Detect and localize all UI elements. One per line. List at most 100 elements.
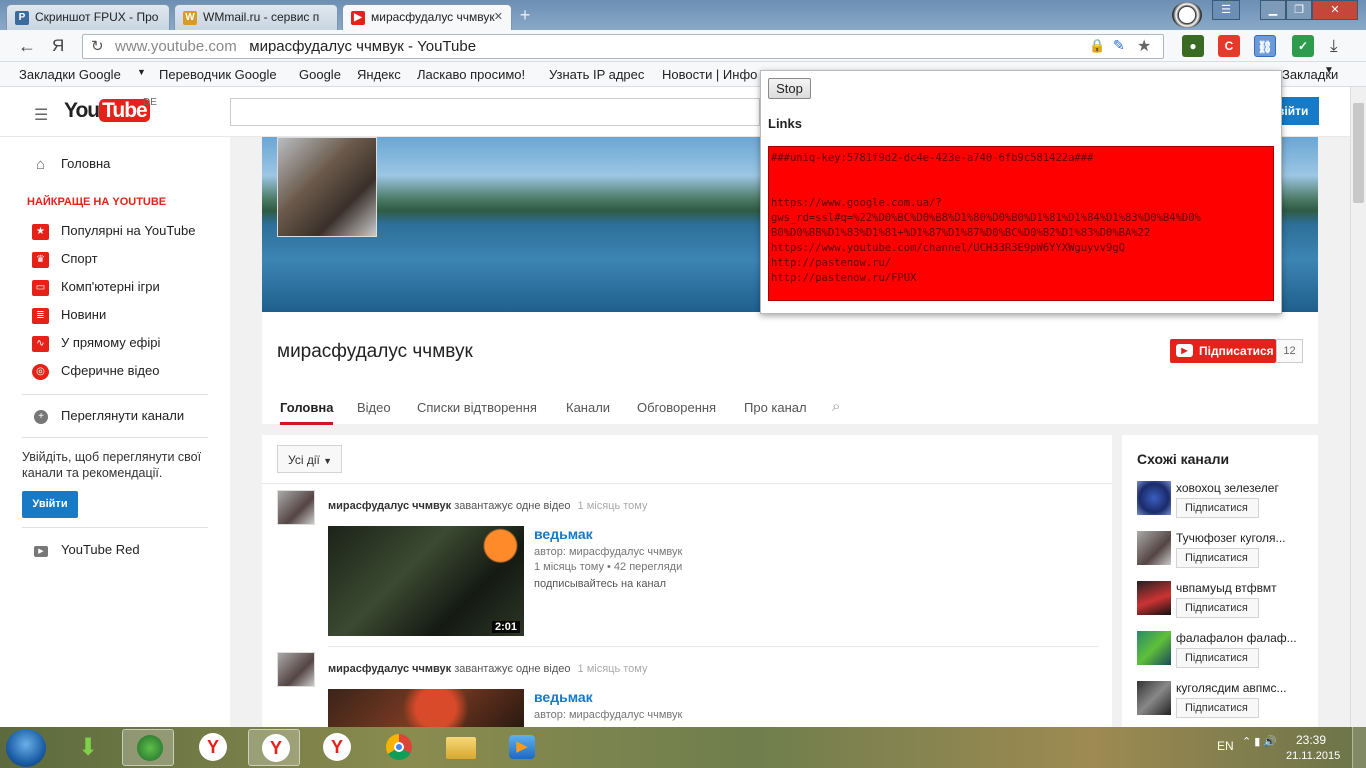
link-extension-icon[interactable]: ⛓	[1254, 35, 1276, 57]
scrollbar-thumb[interactable]	[1353, 103, 1364, 203]
related-avatar[interactable]	[1137, 581, 1171, 615]
taskbar-chrome[interactable]	[372, 729, 424, 766]
related-channel-name[interactable]: ховохоц зелезелег	[1176, 481, 1279, 495]
feed-author[interactable]: мирасфудалус ччмвук	[328, 500, 451, 512]
taskbar-media-player[interactable]: ▶	[496, 729, 548, 766]
feed-author[interactable]: мирасфудалус ччмвук	[328, 663, 451, 675]
related-subscribe-button[interactable]: Підписатися	[1176, 648, 1259, 668]
subscribe-button[interactable]: ▶ Підписатися	[1170, 339, 1276, 363]
sidebar-item-browse-channels[interactable]: + Переглянути канали	[32, 408, 184, 428]
related-avatar[interactable]	[1137, 531, 1171, 565]
related-subscribe-button[interactable]: Підписатися	[1176, 548, 1259, 568]
tab-playlists[interactable]: Списки відтворення	[417, 400, 537, 415]
sidebar-item-label: Популярні на YouTube	[61, 223, 196, 238]
reload-icon[interactable]: ↻	[91, 37, 104, 55]
start-button[interactable]	[6, 729, 46, 767]
video-title[interactable]: ведьмак	[534, 526, 593, 542]
video-thumbnail[interactable]: 2:01	[328, 526, 524, 636]
close-window-button[interactable]: ✕	[1312, 0, 1358, 20]
related-subscribe-button[interactable]: Підписатися	[1176, 498, 1259, 518]
shield-icon[interactable]: ✓	[1292, 35, 1314, 57]
related-subscribe-button[interactable]: Підписатися	[1176, 598, 1259, 618]
youtube-logo[interactable]: You Tube	[64, 99, 150, 127]
sidebar-divider	[22, 527, 208, 528]
tab-videos[interactable]: Відео	[357, 400, 391, 415]
video-thumbnail[interactable]	[328, 689, 524, 727]
taskbar-yandex-browser-2[interactable]: Y	[310, 729, 362, 766]
chevron-down-icon[interactable]: ▼	[137, 67, 146, 77]
bookmark-translator[interactable]: Переводчик Google	[159, 67, 277, 82]
signin-button[interactable]: Увійти	[1282, 97, 1319, 125]
bookmark-google[interactable]: Google	[299, 67, 341, 82]
chevron-down-icon[interactable]: ▼	[1324, 65, 1334, 76]
sidebar-item-home[interactable]: ⌂ Головна	[32, 156, 110, 176]
tray-icons[interactable]: ⌃ ▮ 🔊	[1242, 735, 1277, 748]
download-icon[interactable]: ⤓	[1330, 36, 1338, 56]
related-channel-name[interactable]: фалафалон фалаф...	[1176, 631, 1297, 645]
tab-about[interactable]: Про канал	[744, 400, 807, 415]
search-input[interactable]	[230, 98, 760, 126]
close-tab-icon[interactable]: ✕	[494, 10, 503, 23]
channel-avatar[interactable]	[277, 137, 377, 237]
show-desktop-button[interactable]	[1352, 727, 1366, 768]
search-icon[interactable]: ⌕	[832, 398, 840, 415]
address-bar[interactable]: ↻ www.youtube.com мирасфудалус ччмвук - …	[82, 34, 1164, 59]
taskbar-globe-icon[interactable]	[122, 729, 174, 766]
bookmark-welcome[interactable]: Ласкаво просимо!	[417, 67, 525, 82]
related-avatar[interactable]	[1137, 481, 1171, 515]
tab-home[interactable]: Головна	[280, 400, 334, 425]
bookmark-ip[interactable]: Узнать IP адрес	[549, 67, 644, 82]
youtube-red-icon: ▶	[34, 546, 48, 557]
tab-youtube[interactable]: ▶ мирасфудалус ччмвук ✕	[342, 4, 512, 30]
language-indicator[interactable]: EN	[1217, 739, 1234, 753]
youtube-play-icon: ▶	[1176, 344, 1193, 357]
related-subscribe-button[interactable]: Підписатися	[1176, 698, 1259, 718]
taskbar-explorer[interactable]	[434, 729, 486, 766]
clock-date[interactable]: 21.11.2015	[1286, 750, 1340, 762]
tab-channels[interactable]: Канали	[566, 400, 610, 415]
sidebar-signin-button[interactable]: Увійти	[22, 491, 78, 518]
taskbar-yandex-browser[interactable]: Y	[186, 729, 238, 766]
activity-filter-dropdown[interactable]: Усі дії ▼	[277, 445, 342, 473]
soccer-ball-icon[interactable]	[1172, 2, 1202, 28]
sidebar-item-360[interactable]: ◎ Сферичне відео	[32, 363, 159, 383]
taskbar-download-icon[interactable]: ⬇	[62, 729, 114, 766]
extension-green-icon[interactable]: ●	[1182, 35, 1204, 57]
bookmark-google-bookmarks[interactable]: Закладки Google	[19, 67, 121, 82]
bookmark-yandex[interactable]: Яндекс	[357, 67, 401, 82]
star-icon[interactable]: ★	[1137, 36, 1151, 56]
maximize-button[interactable]: ❐	[1286, 0, 1312, 20]
globe-icon	[137, 735, 163, 761]
hamburger-icon[interactable]: ☰	[34, 105, 48, 125]
scrollbar[interactable]	[1350, 87, 1366, 727]
new-tab-button[interactable]: +	[514, 6, 536, 26]
sidebar-item-news[interactable]: ≣ Новини	[32, 307, 106, 327]
sidebar-item-live[interactable]: ∿ У прямому ефірі	[32, 335, 160, 355]
brush-icon[interactable]: ✎	[1113, 37, 1125, 54]
related-channel-name[interactable]: куголясдим авпмс...	[1176, 681, 1287, 695]
menu-icon[interactable]: ☰	[1212, 0, 1240, 20]
back-icon[interactable]: ←	[18, 36, 36, 57]
links-textarea[interactable]: ###uniq-key:5781f9d2-dc4e-423e-a740-6fb9…	[768, 146, 1274, 301]
stop-button[interactable]: Stop	[768, 78, 811, 99]
bookmark-news[interactable]: Новости | Инфо	[662, 67, 757, 82]
tab-discussion[interactable]: Обговорення	[637, 400, 716, 415]
minimize-button[interactable]: ▁	[1260, 0, 1286, 20]
sidebar-item-games[interactable]: ▭ Комп'ютерні ігри	[32, 279, 160, 299]
related-channel-name[interactable]: Тучюфозег куголя...	[1176, 531, 1285, 545]
feed-avatar[interactable]	[277, 490, 315, 525]
extension-c-icon[interactable]: C	[1218, 35, 1240, 57]
related-avatar[interactable]	[1137, 631, 1171, 665]
taskbar-yandex-browser-active[interactable]: Y	[248, 729, 300, 766]
sidebar-item-sport[interactable]: ♛ Спорт	[32, 251, 98, 271]
video-title[interactable]: ведьмак	[534, 689, 593, 705]
sidebar-item-popular[interactable]: ★ Популярні на YouTube	[32, 223, 195, 243]
related-channel-name[interactable]: чвпамуыд втфвмт	[1176, 581, 1277, 595]
related-avatar[interactable]	[1137, 681, 1171, 715]
tab-fpux[interactable]: P Скриншот FPUX - Про	[6, 4, 170, 30]
clock-time[interactable]: 23:39	[1296, 733, 1326, 747]
sidebar-item-youtube-red[interactable]: ▶ YouTube Red	[32, 542, 140, 562]
yandex-icon[interactable]: Я	[52, 36, 64, 56]
tab-wmmail[interactable]: W WMmail.ru - сервис п	[174, 4, 338, 30]
feed-avatar[interactable]	[277, 652, 315, 687]
